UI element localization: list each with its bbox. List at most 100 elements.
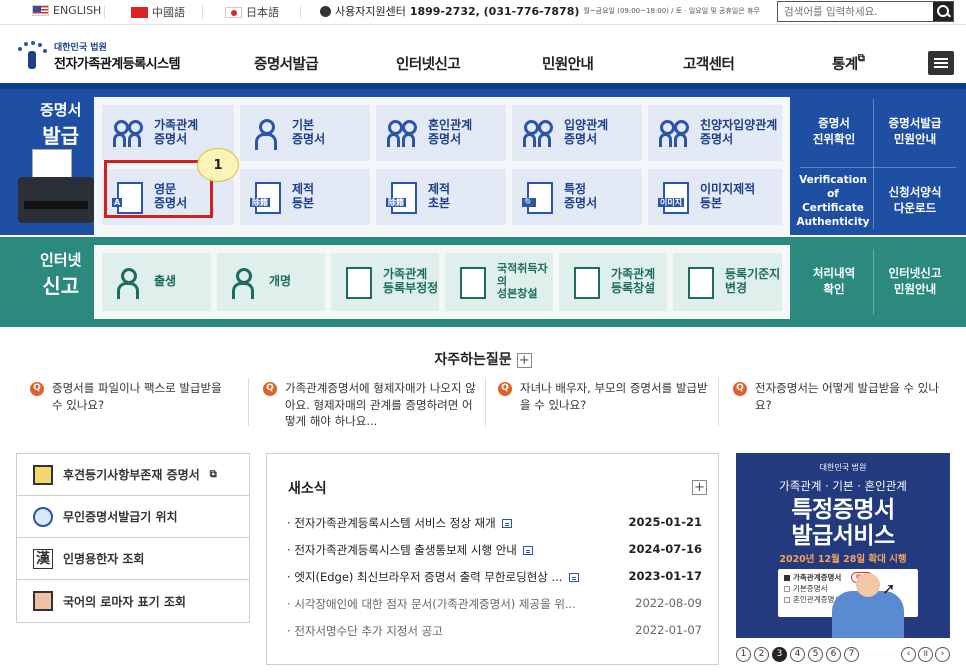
- correction-document-icon: [341, 267, 375, 299]
- quick-kiosk-location[interactable]: 무인증명서발급기 위치: [17, 496, 249, 538]
- tile-name-change[interactable]: 개명: [217, 253, 325, 311]
- quick-guardian-cert[interactable]: 후견등기사항부존재 증명서 ⧉: [17, 454, 249, 496]
- faq-item[interactable]: Q 증명서를 파일이나 팩스로 발급받을 수 있나요?: [30, 380, 235, 413]
- lang-chinese-label: 中國語: [152, 6, 185, 19]
- step-callout: 1: [197, 148, 239, 182]
- slide-dot[interactable]: 2: [754, 646, 769, 662]
- divider: [248, 378, 249, 426]
- promo-banner[interactable]: 대한민국 법원 가족관계 · 기본 · 혼인관계 특정증명서 발급서비스 2020…: [736, 453, 950, 638]
- banner-date: 2020년 12월 28일 확대 시행: [779, 554, 907, 565]
- tile-basic-cert[interactable]: 기본 증명서: [240, 105, 370, 161]
- link-cert-guide[interactable]: 증명서발급 민원안내: [874, 97, 956, 167]
- slide-dot[interactable]: 1: [736, 646, 751, 662]
- link-report-guide[interactable]: 인터넷신고 민원안내: [874, 247, 956, 317]
- news-item-date: 2022-01-07: [635, 623, 702, 637]
- location-pin-icon: [33, 506, 53, 527]
- slide-dot[interactable]: 6: [826, 646, 841, 662]
- nav-customer-center[interactable]: 고객센터: [683, 53, 735, 74]
- tile-birth[interactable]: 출생: [102, 253, 211, 311]
- news-item[interactable]: · 전자서명수단 추가 지정서 공고 2022-01-07: [287, 623, 702, 639]
- prev-slide-icon[interactable]: ‹: [901, 646, 916, 662]
- slide-dot[interactable]: 7: [844, 646, 859, 662]
- link-form-download[interactable]: 신청서양식 다운로드: [874, 169, 956, 233]
- lang-english-link[interactable]: ENGLISH: [32, 4, 101, 17]
- lang-japanese-link[interactable]: 日本語: [225, 4, 279, 20]
- news-item-date: 2024-07-16: [628, 542, 702, 556]
- tile-specific-cert[interactable]: 특정증명서: [512, 169, 642, 225]
- new-post-icon: [522, 546, 533, 555]
- tile-register-creation[interactable]: 가족관계 등록창설: [559, 253, 667, 311]
- faq-item-text: 증명서를 파일이나 팩스로 발급받을 수 있나요?: [52, 381, 222, 412]
- tile-register-correction[interactable]: 가족관계 등록부정정: [331, 253, 439, 311]
- news-item[interactable]: · 전자가족관계등록시스템 출생통보제 시행 안내 2024-07-16: [287, 542, 702, 558]
- question-icon: Q: [263, 382, 277, 396]
- new-post-icon: [568, 573, 579, 582]
- news-panel: 새소식 + · 전자가족관계등록시스템 서비스 정상 재개 2025-01-21…: [266, 453, 719, 665]
- news-more-button[interactable]: +: [692, 480, 707, 495]
- callcenter-info: 사용자지원센터 1899-2732, (031-776-7878) 월~금요일 …: [320, 3, 760, 19]
- lang-chinese-link[interactable]: 中國語: [131, 4, 185, 20]
- search-input[interactable]: [778, 2, 933, 21]
- tile-removed-register-extract[interactable]: 제적초본: [376, 169, 506, 225]
- next-slide-icon[interactable]: ›: [935, 646, 950, 662]
- person-icon: [250, 118, 284, 150]
- nav-civil-guide[interactable]: 민원안내: [542, 53, 594, 74]
- quick-links: 후견등기사항부존재 증명서 ⧉ 무인증명서발급기 위치 漢 인명용한자 조회 국어…: [16, 453, 250, 623]
- news-item-title: 전자가족관계등록시스템 출생통보제 시행 안내: [294, 543, 517, 557]
- search-button[interactable]: [933, 2, 953, 21]
- faq-item-text: 자녀나 배우자, 부모의 증명서를 발급받을 수 있나요?: [520, 381, 708, 412]
- link-process-history[interactable]: 처리내역 확인: [796, 247, 872, 317]
- link-verification-authenticity[interactable]: Verification of Certificate Authenticity: [792, 169, 874, 233]
- news-item-date: 2025-01-21: [628, 515, 702, 529]
- menu-button[interactable]: [928, 51, 954, 75]
- external-link-icon: ⧉: [857, 53, 865, 64]
- link-cert-verify[interactable]: 증명서 진위확인: [796, 97, 872, 167]
- internet-report-section: 인터넷 신고 출생 개명 가족관계 등록부정정 국적취득자의 성본창설 가족관계 등록…: [0, 237, 966, 327]
- full-adoption-people-icon: [658, 118, 692, 148]
- baby-person-icon: [112, 267, 146, 299]
- banner-brand: 대한민국 법원: [819, 463, 867, 472]
- callcenter-label: 사용자지원센터: [335, 5, 406, 18]
- divider: [202, 5, 203, 19]
- news-item[interactable]: · 시각장애인에 대한 점자 문서(가족관계증명서) 제공을 위... 2022…: [287, 596, 702, 612]
- pause-slide-icon[interactable]: ॥: [918, 646, 933, 662]
- faq-item[interactable]: Q 전자증명서는 어떻게 발급받을 수 있나요?: [733, 380, 943, 413]
- slide-dot[interactable]: 4: [790, 646, 805, 662]
- tile-base-address-change[interactable]: 등록기준지 변경: [673, 253, 782, 311]
- quick-link-label: 후견등기사항부존재 증명서: [63, 468, 200, 482]
- nav-internet-report[interactable]: 인터넷신고: [396, 53, 461, 74]
- hanja-icon: 漢: [33, 548, 53, 569]
- faq-item[interactable]: Q 가족관계증명서에 형제자매가 나오지 않아요. 형제자매의 관계를 증명하려…: [263, 380, 478, 430]
- adoption-people-icon: [522, 118, 556, 148]
- quick-romanization-lookup[interactable]: 국어의 로마자 표기 조회: [17, 580, 249, 622]
- slide-dot[interactable]: 5: [808, 646, 823, 662]
- slide-dot-active[interactable]: 3: [772, 646, 787, 662]
- tile-adoption-cert[interactable]: 입양관계 증명서: [512, 105, 642, 161]
- divider: [800, 167, 956, 168]
- quick-link-label: 인명용한자 조회: [63, 552, 145, 566]
- faq-more-button[interactable]: +: [516, 352, 532, 368]
- quick-hanja-lookup[interactable]: 漢 인명용한자 조회: [17, 538, 249, 580]
- removed-register-extract-icon: [386, 182, 420, 214]
- nav-statistics[interactable]: 통계⧉: [832, 53, 865, 74]
- tile-full-adoption-cert[interactable]: 친양자입양관계 증명서: [648, 105, 782, 161]
- news-item[interactable]: · 엣지(Edge) 최신브라우저 증명서 출력 무한로딩현상 ... 2023…: [287, 569, 702, 585]
- news-item-title: 전자서명수단 추가 지정서 공고: [294, 624, 443, 638]
- faq-item[interactable]: Q 자녀나 배우자, 부모의 증명서를 발급받을 수 있나요?: [498, 380, 713, 413]
- nav-cert-issue[interactable]: 증명서발급: [254, 53, 319, 74]
- faq-title-label: 자주하는질문: [434, 352, 512, 368]
- tile-nationality-surname[interactable]: 국적취득자의 성본창설: [445, 253, 553, 311]
- news-item-title: 시각장애인에 대한 점자 문서(가족관계증명서) 제공을 위...: [294, 597, 576, 611]
- site-logo[interactable]: 대한민국 법원 전자가족관계등록시스템: [16, 40, 181, 72]
- china-flag-icon: [131, 6, 148, 18]
- printer-illustration: [18, 149, 94, 229]
- news-title: 새소식: [288, 481, 327, 497]
- cursor-icon: ➚: [882, 579, 896, 598]
- news-item[interactable]: · 전자가족관계등록시스템 서비스 정상 재개 2025-01-21: [287, 515, 702, 531]
- tile-removed-register-copy[interactable]: 제적등본: [240, 169, 370, 225]
- logo-title: 전자가족관계등록시스템: [54, 57, 181, 72]
- tile-image-removed-register[interactable]: 이미지제적등본: [648, 169, 782, 225]
- callcenter-phone: 1899-2732, (031-776-7878): [409, 4, 580, 18]
- tile-marriage-cert[interactable]: 혼인관계 증명서: [376, 105, 506, 161]
- banner-pagination: 1 2 3 4 5 6 7 ‹ ॥ ›: [736, 645, 950, 663]
